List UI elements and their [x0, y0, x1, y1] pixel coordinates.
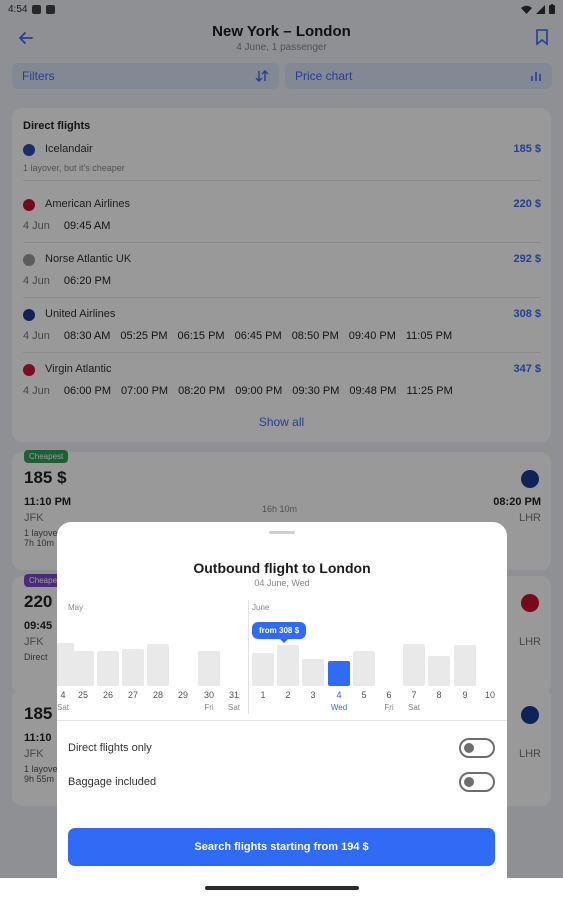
- month-label-june: June: [252, 603, 270, 612]
- price-bar[interactable]: [428, 656, 450, 686]
- price-bar[interactable]: [147, 644, 169, 686]
- calendar-day[interactable]: 9: [455, 690, 475, 700]
- calendar-day[interactable]: 25: [73, 690, 93, 700]
- divider: [57, 720, 507, 721]
- price-bar[interactable]: [302, 659, 324, 686]
- month-divider: [248, 600, 249, 714]
- price-bar[interactable]: [328, 661, 350, 686]
- price-tooltip: from 308 $: [252, 622, 307, 643]
- app-background: 4:54 New York – London 4 June, 1 passeng…: [0, 0, 563, 878]
- price-bar[interactable]: [454, 645, 476, 686]
- calendar-day[interactable]: 30: [199, 690, 219, 700]
- search-flights-button[interactable]: Search flights starting from 194 $: [68, 828, 495, 866]
- sheet-subtitle: 04 June, Wed: [254, 578, 310, 588]
- calendar-day[interactable]: 4: [57, 690, 73, 700]
- calendar-day[interactable]: 27: [123, 690, 143, 700]
- calendar-weekday: Sat: [227, 703, 240, 712]
- direct-flights-only-label: Direct flights only: [68, 742, 152, 754]
- calendar-weekday: Fri: [204, 703, 214, 712]
- calendar-weekday: Fri: [384, 703, 394, 712]
- price-bar[interactable]: [403, 644, 425, 686]
- price-calendar[interactable]: May June from 308 $ 4 Sat 25 26 27 28 29 30 Fri 3…: [57, 600, 507, 716]
- price-bar[interactable]: [97, 651, 119, 686]
- calendar-day[interactable]: 31: [224, 690, 244, 700]
- price-bar[interactable]: [198, 651, 220, 686]
- calendar-day[interactable]: 5: [354, 690, 374, 700]
- calendar-day[interactable]: 7: [404, 690, 424, 700]
- calendar-day[interactable]: 3: [303, 690, 323, 700]
- baggage-included-label: Baggage included: [68, 776, 157, 788]
- price-bar[interactable]: [122, 649, 144, 686]
- calendar-day[interactable]: 4: [329, 690, 349, 700]
- month-label-may: May: [68, 603, 84, 612]
- calendar-day[interactable]: 26: [98, 690, 118, 700]
- gesture-bar: [205, 886, 359, 890]
- calendar-weekday: Wed: [330, 703, 348, 712]
- calendar-day[interactable]: 8: [429, 690, 449, 700]
- bottom-sheet: Outbound flight to London 04 June, Wed M…: [57, 522, 507, 878]
- sheet-title: Outbound flight to London: [193, 560, 371, 576]
- drag-handle[interactable]: [269, 531, 295, 534]
- calendar-weekday: Sat: [57, 703, 69, 712]
- calendar-day[interactable]: 2: [278, 690, 298, 700]
- baggage-included-toggle[interactable]: [459, 772, 495, 792]
- price-bar[interactable]: [353, 651, 375, 686]
- toggle-knob: [464, 777, 474, 787]
- calendar-day[interactable]: 28: [148, 690, 168, 700]
- calendar-day[interactable]: 6: [379, 690, 399, 700]
- calendar-day[interactable]: 1: [253, 690, 273, 700]
- price-bar[interactable]: [72, 651, 94, 686]
- price-bar[interactable]: [252, 653, 274, 686]
- toggle-knob: [464, 743, 474, 753]
- calendar-day[interactable]: 10: [480, 690, 500, 700]
- price-bar[interactable]: [277, 645, 299, 686]
- direct-flights-only-toggle[interactable]: [459, 738, 495, 758]
- calendar-weekday: Sat: [407, 703, 420, 712]
- calendar-day[interactable]: 29: [173, 690, 193, 700]
